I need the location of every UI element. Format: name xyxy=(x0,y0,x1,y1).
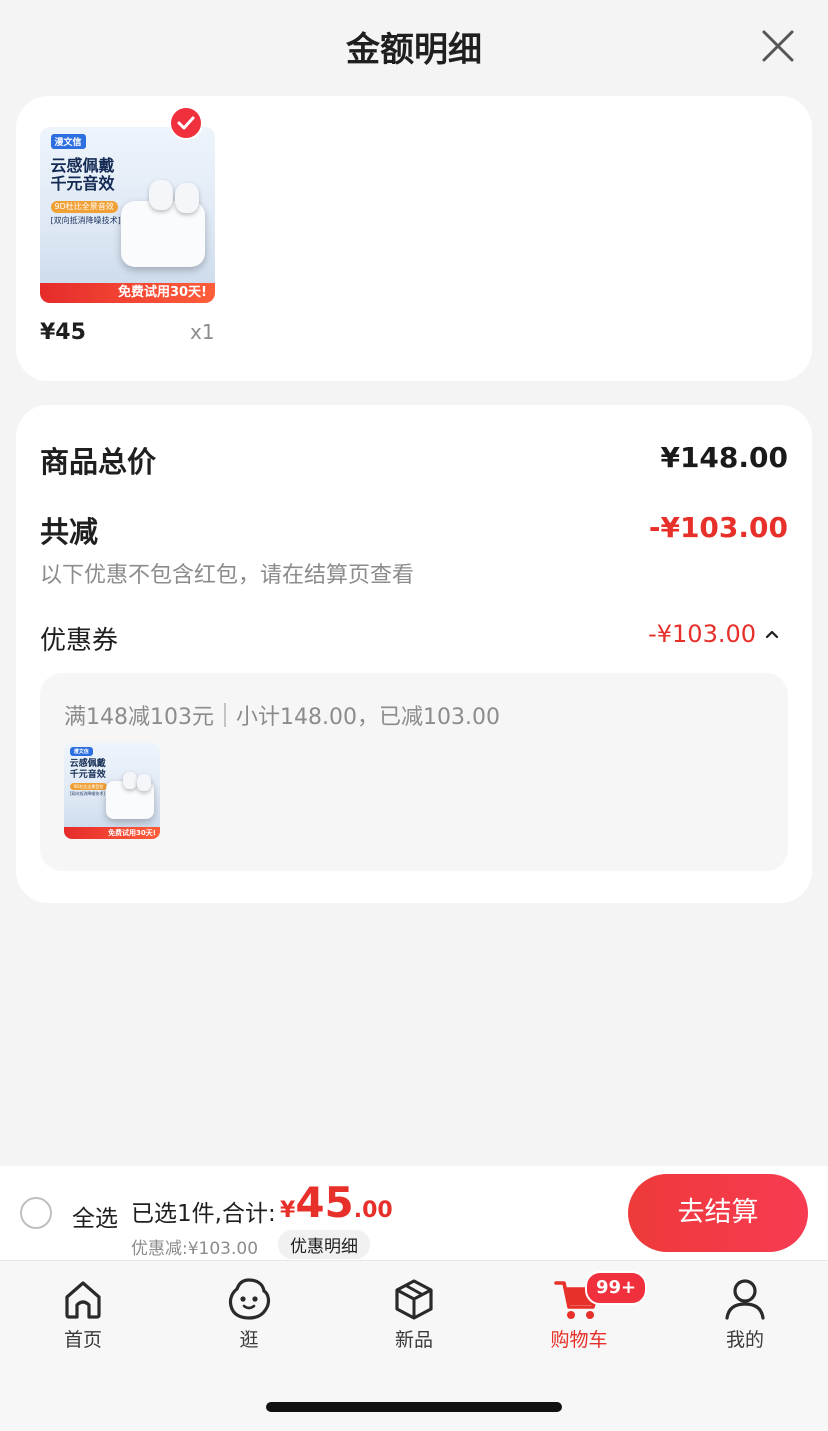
product-image-headline: 云感佩戴 千元音效 xyxy=(69,759,106,780)
home-indicator xyxy=(266,1402,562,1412)
product-image-headline: 云感佩戴 千元音效 xyxy=(50,155,115,194)
product-image-brand: 漫文信 xyxy=(50,134,86,150)
coupon-toggle[interactable]: -¥103.00 xyxy=(648,620,780,648)
product-card: 漫文信 云感佩戴 千元音效 9D杜比全景音效 [双向抵消降噪技术] 免费试用30… xyxy=(16,96,812,381)
page-title: 金额明细 xyxy=(346,30,482,70)
coupon-detail-line: 满148减103元 小计148.00，已减103.00 xyxy=(64,699,500,731)
check-icon xyxy=(177,116,195,130)
product-image-tag: 9D杜比全景音效 xyxy=(69,783,108,791)
earbud-right xyxy=(137,773,152,791)
browse-face-icon xyxy=(228,1278,271,1320)
checkout-bar: 全选 已选1件,合计: ¥45.00 优惠减:¥103.00 优惠明细 去结算 xyxy=(0,1166,828,1260)
coupon-label: 优惠券 xyxy=(40,626,119,656)
header: 金额明细 xyxy=(0,0,828,92)
divider xyxy=(223,703,226,727)
product-image-promo: 免费试用30天! xyxy=(64,827,160,839)
total-price-label: 商品总价 xyxy=(40,445,157,479)
product-quantity: x1 xyxy=(190,320,215,344)
tab-new[interactable]: 新品 xyxy=(354,1275,474,1352)
close-icon[interactable] xyxy=(758,26,798,66)
tab-home[interactable]: 首页 xyxy=(23,1275,143,1352)
tab-mine[interactable]: 我的 xyxy=(685,1275,805,1352)
chevron-up-icon xyxy=(765,630,779,639)
coupon-value: -¥103.00 xyxy=(648,620,756,648)
home-icon xyxy=(65,1281,101,1319)
price-summary-card: 商品总价 ¥148.00 共减 -¥103.00 以下优惠不包含红包，请在结算页… xyxy=(16,405,812,903)
product-image[interactable]: 漫文信 云感佩戴 千元音效 9D杜比全景音效 [双向抵消降噪技术] 免费试用30… xyxy=(40,127,215,303)
select-all-radio[interactable] xyxy=(20,1197,52,1229)
total-amount: ¥45.00 xyxy=(280,1178,393,1227)
tab-browse-label: 逛 xyxy=(239,1329,259,1351)
selected-check-badge[interactable] xyxy=(169,106,203,140)
box-icon xyxy=(395,1279,433,1320)
product-image-tech: [双向抵消降噪技术] xyxy=(69,791,105,796)
product-image-brand: 漫文信 xyxy=(69,746,93,756)
coupon-rule: 满148减103元 xyxy=(64,705,214,730)
coupon-product-image[interactable]: 漫文信 云感佩戴 千元音效 9D杜比全景音效 [双向抵消降噪技术] 免费试用30… xyxy=(64,743,160,839)
earbud-left xyxy=(122,771,137,789)
tab-mine-label: 我的 xyxy=(725,1329,764,1351)
total-price-value: ¥148.00 xyxy=(660,441,788,474)
selected-count-text: 已选1件,合计: xyxy=(131,1201,276,1227)
select-all-label[interactable]: 全选 xyxy=(72,1199,118,1233)
coupon-detail-box: 满148减103元 小计148.00，已减103.00 漫文信 云感佩戴 千元音… xyxy=(40,673,788,871)
cart-badge: 99+ xyxy=(585,1271,648,1305)
product-image-promo: 免费试用30天! xyxy=(40,283,215,303)
user-icon xyxy=(725,1279,765,1320)
product-image-tech: [双向抵消降噪技术] xyxy=(50,216,121,225)
discount-detail-button[interactable]: 优惠明细 xyxy=(278,1230,370,1259)
earbud-right xyxy=(175,183,200,214)
product-image-tag: 9D杜比全景音效 xyxy=(50,200,118,213)
checkout-button[interactable]: 去结算 xyxy=(628,1174,808,1252)
total-reduction-label: 共减 xyxy=(40,515,99,549)
discount-amount-text: 优惠减:¥103.00 xyxy=(131,1239,259,1259)
tab-home-label: 首页 xyxy=(63,1329,102,1351)
tab-browse[interactable]: 逛 xyxy=(189,1275,309,1352)
tab-cart-label: 购物车 xyxy=(550,1329,608,1351)
discount-note: 以下优惠不包含红包，请在结算页查看 xyxy=(40,563,415,588)
tab-cart[interactable]: 99+ 购物车 xyxy=(519,1271,648,1352)
tab-new-label: 新品 xyxy=(394,1329,433,1351)
product-price: ¥45 xyxy=(40,320,86,345)
total-reduction-value: -¥103.00 xyxy=(648,511,788,544)
coupon-subtotal: 小计148.00，已减103.00 xyxy=(235,705,500,730)
earbud-left xyxy=(149,179,173,210)
